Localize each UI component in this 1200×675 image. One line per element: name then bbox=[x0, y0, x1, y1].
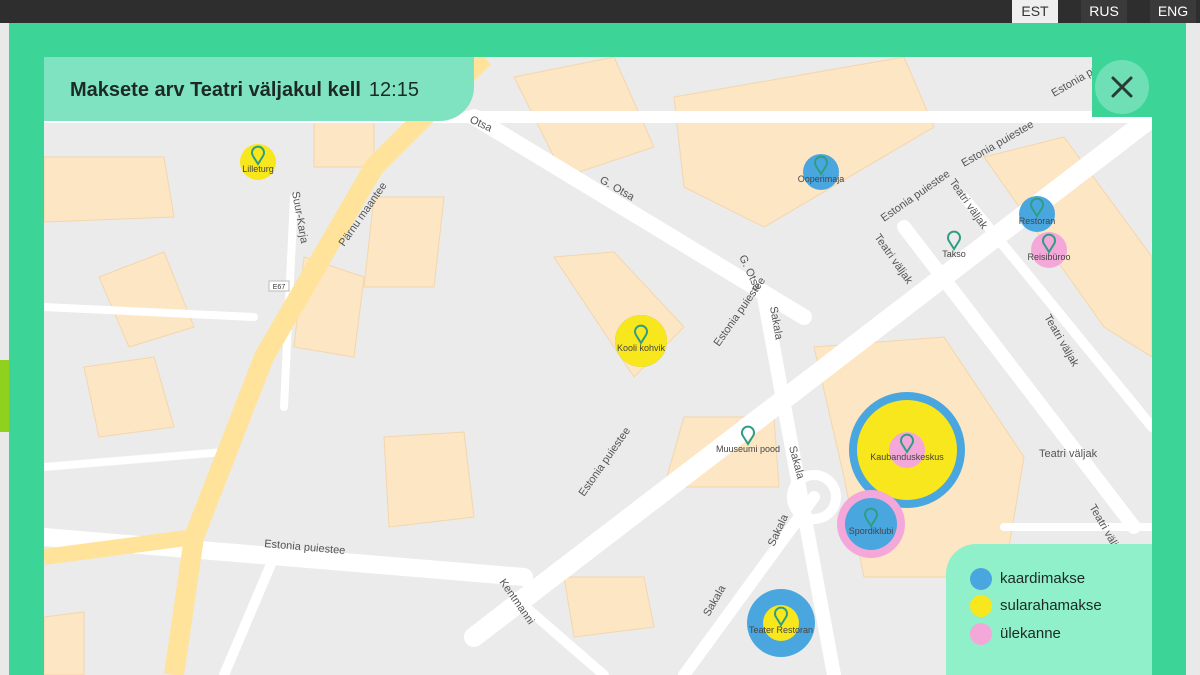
place-marker[interactable]: Kooli kohvik bbox=[615, 315, 667, 367]
legend-dot bbox=[970, 595, 992, 617]
place-label: Muuseumi pood bbox=[716, 444, 780, 454]
legend-dot bbox=[970, 568, 992, 590]
language-bar: EST RUS ENG bbox=[0, 0, 1200, 23]
place-marker[interactable]: Restoran bbox=[1019, 196, 1056, 232]
legend-dot bbox=[970, 623, 992, 645]
place-label: Reisibüroo bbox=[1027, 252, 1070, 262]
building bbox=[44, 156, 175, 223]
place-marker[interactable]: Spordiklubi bbox=[837, 490, 905, 558]
place-label: Ooperimaja bbox=[798, 174, 845, 184]
place-label: Takso bbox=[942, 249, 966, 259]
language-eng-button[interactable]: ENG bbox=[1150, 0, 1196, 23]
title-time: 12:15 bbox=[368, 79, 419, 101]
kaardimakse-circle bbox=[803, 154, 839, 190]
building bbox=[44, 611, 85, 675]
place-marker[interactable]: Teater Restoran bbox=[747, 589, 815, 657]
legend-label: ülekanne bbox=[1000, 625, 1061, 642]
close-button[interactable] bbox=[1092, 57, 1152, 117]
title-text: Maksete arv Teatri väljakul kell bbox=[70, 79, 361, 101]
legend-label: kaardimakse bbox=[1000, 570, 1086, 587]
language-est-button[interactable]: EST bbox=[1012, 0, 1058, 23]
kaardimakse-circle bbox=[1019, 196, 1055, 232]
ulekanne-circle bbox=[1031, 232, 1067, 268]
building bbox=[563, 576, 655, 638]
page-title: Maksete arv Teatri väljakul kell 12:15 bbox=[70, 79, 419, 102]
legend: kaardimakse sularahamakse ülekanne bbox=[946, 544, 1152, 675]
kaardimakse-circle bbox=[845, 498, 897, 550]
close-circle[interactable] bbox=[1095, 60, 1149, 114]
legend-label: sularahamakse bbox=[1000, 597, 1102, 614]
sularahamakse-circle bbox=[763, 605, 799, 641]
title-panel: Maksete arv Teatri väljakul kell 12:15 bbox=[44, 57, 474, 121]
building bbox=[363, 196, 445, 288]
place-label: Spordiklubi bbox=[849, 526, 894, 536]
place-label: Kooli kohvik bbox=[617, 343, 666, 353]
place-label: Restoran bbox=[1019, 216, 1056, 226]
building bbox=[313, 116, 375, 168]
route-shield-label: E67 bbox=[273, 284, 286, 291]
sularahamakse-circle bbox=[615, 315, 667, 367]
building bbox=[383, 431, 475, 528]
street-label: Teatri väljak bbox=[1039, 448, 1098, 460]
language-rus-button[interactable]: RUS bbox=[1081, 0, 1127, 23]
close-icon bbox=[1111, 76, 1133, 98]
sularahamakse-circle bbox=[240, 144, 276, 180]
place-label: Teater Restoran bbox=[749, 625, 813, 635]
place-label: Lilleturg bbox=[242, 164, 274, 174]
place-label: Kaubanduskeskus bbox=[870, 452, 944, 462]
ulekanne-circle bbox=[889, 432, 925, 468]
place-marker[interactable]: Lilleturg bbox=[240, 144, 276, 180]
